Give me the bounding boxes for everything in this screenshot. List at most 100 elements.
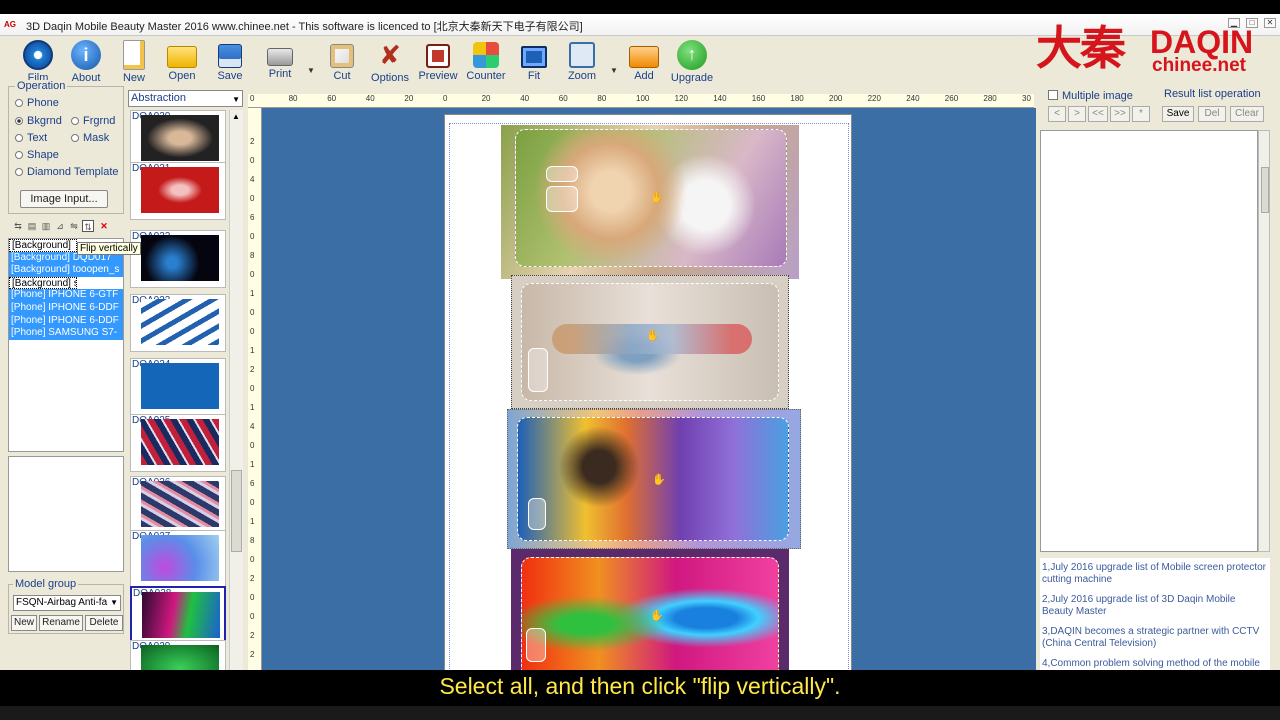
fit-button[interactable]: Fit [510, 38, 558, 94]
add-folder-icon [629, 46, 659, 68]
layer-list[interactable]: [Background] [Background] DQD017 [Backgr… [8, 238, 124, 452]
scroll-up-icon[interactable]: ▲ [232, 112, 240, 121]
move-hand-icon[interactable]: ✋ [646, 330, 660, 342]
first-button[interactable]: < [1048, 106, 1066, 122]
zoom-button[interactable]: Zoom [558, 38, 606, 94]
radio-diamond-template[interactable]: Diamond Template [15, 166, 119, 178]
app-window: AG 3D Daqin Mobile Beauty Master 2016 ww… [0, 14, 1280, 670]
ruler-tick-label: 2 [250, 650, 255, 659]
paper-sheet[interactable]: ✋ ✋ ✋ ✋ [444, 114, 852, 670]
upgrade-button[interactable]: ↑ Upgrade [668, 38, 716, 94]
next-button[interactable]: > [1068, 106, 1086, 122]
ruler-tick-label: 0 [250, 308, 255, 317]
design-canvas[interactable]: ✋ ✋ ✋ ✋ [262, 108, 1036, 670]
layer-paste-icon[interactable]: ▥ [40, 220, 52, 232]
layer-item[interactable]: [Phone] IPHONE 6-DDF [9, 301, 123, 315]
move-hand-icon[interactable]: ✋ [650, 610, 664, 622]
phone-case-1[interactable]: ✋ [515, 129, 787, 267]
next-page-button[interactable]: >> [1110, 106, 1130, 122]
zoom-icon [569, 42, 595, 68]
multiple-image-checkbox[interactable] [1048, 90, 1058, 100]
model-delete-button[interactable]: Delete [85, 615, 123, 631]
print-dropdown-arrow[interactable]: ▼ [307, 66, 315, 75]
result-scrollbar[interactable] [1258, 130, 1270, 552]
thumbnail-scrollbar[interactable]: ▲ ▼ [229, 110, 243, 670]
thumbnail-item[interactable]: DQA029 [130, 640, 226, 670]
thumbnail-item[interactable]: DQA024 [130, 358, 226, 416]
radio-shape[interactable]: Shape [15, 149, 59, 161]
open-button[interactable]: Open [158, 38, 206, 94]
move-hand-icon[interactable]: ✋ [650, 192, 664, 204]
radio-phone[interactable]: Phone [15, 97, 59, 109]
thumbnail-item[interactable]: DQA025 [130, 414, 226, 472]
star-button[interactable]: * [1132, 106, 1150, 122]
news-link[interactable]: 3,DAQIN becomes a strategic partner with… [1042, 626, 1268, 650]
ruler-tick-label: 1 [250, 460, 255, 469]
thumbnail-item[interactable]: DQA021 [130, 162, 226, 220]
prev-page-button[interactable]: << [1088, 106, 1108, 122]
image-input-button[interactable]: Image Input... [20, 190, 108, 208]
cut-button[interactable]: Cut [318, 38, 366, 94]
result-save-button[interactable]: Save [1162, 106, 1194, 122]
result-list-legend: Result list operation [1164, 88, 1261, 100]
radio-mask[interactable]: Mask [71, 132, 109, 144]
news-link[interactable]: 2,July 2016 upgrade list of 3D Daqin Mob… [1042, 594, 1268, 618]
save-button[interactable]: Save [206, 38, 254, 94]
layer-item[interactable]: [Background] tooopen_s [9, 264, 123, 277]
delete-layer-icon[interactable]: ✕ [98, 220, 110, 232]
thumb-image [141, 645, 219, 670]
layer-item[interactable]: [Phone] IPHONE 6-DDF [9, 314, 123, 328]
news-link[interactable]: 4,Common problem solving method of the m… [1042, 658, 1268, 670]
options-button[interactable]: ✘ Options [366, 38, 414, 94]
ruler-tick-label: 8 [250, 251, 255, 260]
radio-frgrnd[interactable]: Frgrnd [71, 115, 115, 127]
ruler-tick-label: 40 [365, 94, 375, 103]
layer-item[interactable]: [Phone] IPHONE 6-GTF [9, 289, 123, 302]
radio-bkgrnd[interactable]: Bkgrnd [15, 115, 62, 127]
layer-item[interactable]: [Background] [9, 239, 77, 252]
layer-item[interactable]: [Background] sy_668143 [9, 276, 77, 290]
thumbnail-item[interactable]: DQA020 [130, 110, 226, 168]
thumbnail-item[interactable]: DQA023 [130, 294, 226, 352]
phone-case-2[interactable]: ✋ [521, 283, 779, 401]
move-hand-icon[interactable]: ✋ [652, 474, 666, 486]
layer-toolbar: ⇆ ▤ ▥ ⊿ ⇋ ⇅ ✕ [12, 220, 112, 234]
video-subtitle: Select all, and then click "flip vertica… [439, 673, 841, 699]
phone-case-3[interactable]: ✋ [517, 417, 789, 541]
ruler-tick-label: 220 [867, 94, 881, 103]
flip-vertical-icon[interactable]: ⇅ [82, 220, 94, 232]
layer-item[interactable]: [Phone] SAMSUNG S7- [9, 327, 123, 340]
category-select[interactable]: Abstraction ▼ [128, 90, 243, 107]
ruler-tick-label: 0 [250, 441, 255, 450]
thumbnail-item[interactable]: DQA026 [130, 476, 226, 534]
result-list[interactable] [1040, 130, 1258, 552]
thumb-image [142, 592, 220, 638]
scroll-thumb[interactable] [1261, 167, 1269, 213]
thumbnail-item-selected[interactable]: DQA028 [130, 586, 226, 644]
model-rename-button[interactable]: Rename [39, 615, 83, 631]
print-button[interactable]: Print [256, 38, 304, 94]
model-group-select[interactable]: FSQN-Airbag Anti-fa ▼ [13, 595, 121, 611]
scroll-thumb[interactable] [231, 470, 242, 552]
flip-horizontal-icon[interactable]: ⇋ [68, 220, 80, 232]
operation-legend: Operation [15, 80, 68, 92]
thumbnail-item[interactable]: DQA027 [130, 530, 226, 588]
model-new-button[interactable]: New [11, 615, 37, 631]
radio-text[interactable]: Text [15, 132, 47, 144]
result-del-button[interactable]: Del [1198, 106, 1226, 122]
layer-add-icon[interactable]: ⇆ [12, 220, 24, 232]
model-group-legend: Model group [13, 578, 79, 590]
ruler-tick-label: 4 [250, 422, 255, 431]
layer-align-icon[interactable]: ⊿ [54, 220, 66, 232]
add-button[interactable]: Add [620, 38, 668, 94]
preview-button[interactable]: Preview [414, 38, 462, 94]
zoom-dropdown-arrow[interactable]: ▼ [610, 66, 618, 75]
layer-copy-icon[interactable]: ▤ [26, 220, 38, 232]
phone-case-4[interactable]: ✋ [521, 557, 779, 670]
news-link[interactable]: 1,July 2016 upgrade list of Mobile scree… [1042, 562, 1268, 586]
counter-button[interactable]: Counter [462, 38, 510, 94]
ruler-tick-label: 40 [520, 94, 530, 103]
thumbnail-item[interactable]: DQA022 [130, 230, 226, 288]
ruler-tick-label: 1 [250, 346, 255, 355]
result-clear-button[interactable]: Clear [1230, 106, 1264, 122]
